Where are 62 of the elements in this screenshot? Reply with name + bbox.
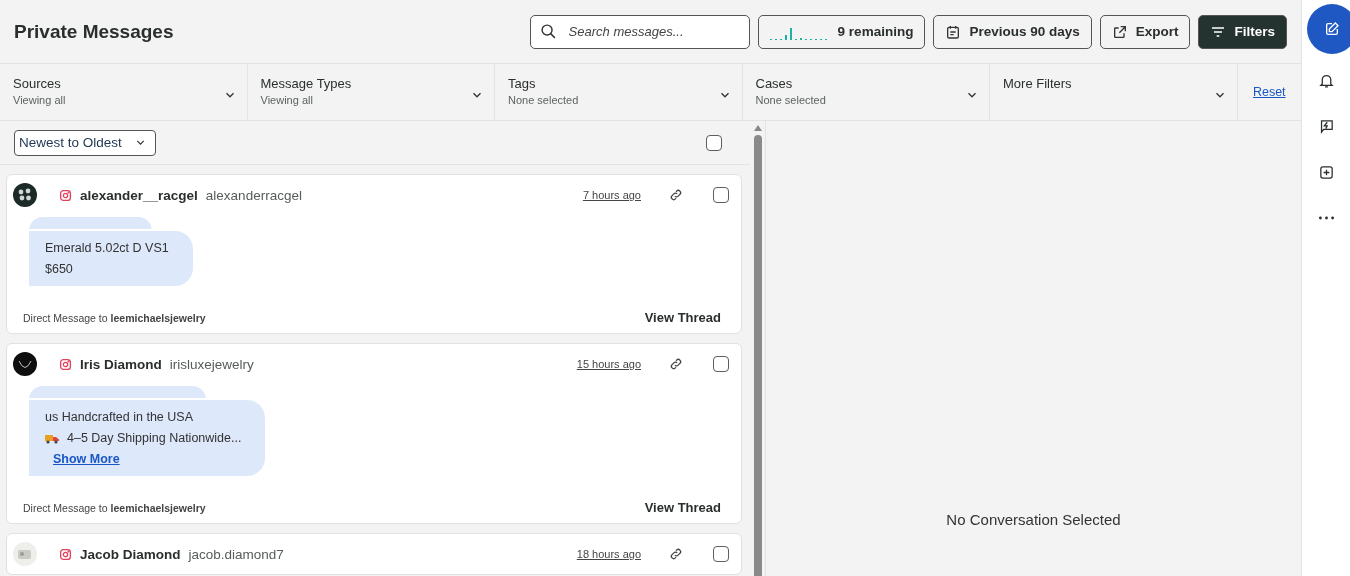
date-range-button[interactable]: Previous 90 days [933, 14, 1092, 49]
message-text: $650 [45, 262, 74, 276]
filter-label: Sources [13, 76, 62, 91]
sort-select[interactable]: Newest to Oldest [14, 129, 156, 156]
sender-name: Iris Diamond [80, 356, 162, 372]
message-text: 4–5 Day Shipping Nationwide... [45, 431, 242, 445]
filter-dropdown[interactable]: Sources Viewing all [0, 64, 248, 120]
filter-dropdown[interactable]: Tags None selected [495, 64, 743, 120]
filter-dropdown[interactable]: Cases None selected [742, 64, 990, 120]
filter-label: Tags [508, 76, 537, 91]
show-more-link[interactable]: Show More [53, 452, 242, 466]
message-checkbox[interactable] [713, 546, 729, 562]
page-title: Private Messages [14, 20, 175, 43]
avatar [13, 183, 37, 207]
filter-value: None selected [508, 94, 580, 106]
scroll-up-icon[interactable] [753, 125, 762, 131]
reset-link[interactable]: Reset [1252, 85, 1286, 99]
compose-icon [1324, 21, 1340, 37]
sender-handle: irisluxejewelry [169, 356, 255, 372]
message-text: us Handcrafted in the USA [45, 410, 194, 424]
message-checkbox[interactable] [713, 187, 729, 203]
instagram-icon [59, 357, 72, 371]
filter-label: Message Types [260, 76, 353, 91]
instagram-icon [59, 188, 72, 202]
view-thread-link[interactable]: View Thread [644, 310, 721, 325]
avatar [13, 542, 37, 566]
filter-dropdown[interactable]: More Filters [990, 64, 1238, 120]
external-link-icon [1111, 23, 1128, 40]
add-square-icon [1317, 163, 1335, 181]
filter-label: Cases [755, 76, 794, 91]
export-button[interactable]: Export [1099, 14, 1191, 49]
truck-icon [45, 432, 59, 444]
message-checkbox[interactable] [713, 356, 729, 372]
recipient-text: Direct Message to leemichaelsjewelry [23, 311, 206, 324]
sender-handle: jacob.diamond7 [188, 546, 285, 562]
empty-state-text: No Conversation Selected [946, 511, 1121, 528]
sender-name: Jacob Diamond [80, 546, 181, 562]
timestamp-link[interactable]: 18 hours ago [576, 548, 641, 560]
remaining-button[interactable]: 9 remaining [757, 14, 926, 49]
search-field[interactable]: Search messages... [529, 14, 750, 49]
filter-dropdown[interactable]: Message Types Viewing all [247, 64, 495, 120]
calendar-icon [945, 23, 962, 40]
select-all-checkbox[interactable] [706, 134, 722, 151]
sender-name: alexander__racgel [80, 187, 198, 203]
filter-value: Viewing all [13, 94, 67, 106]
recipient-text: Direct Message to leemichaelsjewelry [23, 501, 206, 514]
link-icon[interactable] [669, 188, 683, 202]
link-icon[interactable] [669, 357, 683, 371]
timestamp-link[interactable]: 7 hours ago [582, 189, 641, 201]
filters-button[interactable]: Filters [1198, 14, 1287, 49]
instagram-icon [59, 547, 72, 561]
message-text: Emerald 5.02ct D VS1 [45, 241, 169, 255]
avatar [13, 352, 37, 376]
more-icon [1318, 216, 1334, 220]
sender-handle: alexanderracgel [205, 187, 303, 203]
view-thread-link[interactable]: View Thread [644, 500, 721, 515]
timestamp-link[interactable]: 15 hours ago [576, 358, 641, 370]
rail-button[interactable] [1307, 4, 1350, 54]
filter-value: Viewing all [260, 94, 314, 106]
filter-label: More Filters [1003, 76, 1073, 91]
link-icon[interactable] [669, 547, 683, 561]
filter-value: None selected [755, 94, 827, 106]
